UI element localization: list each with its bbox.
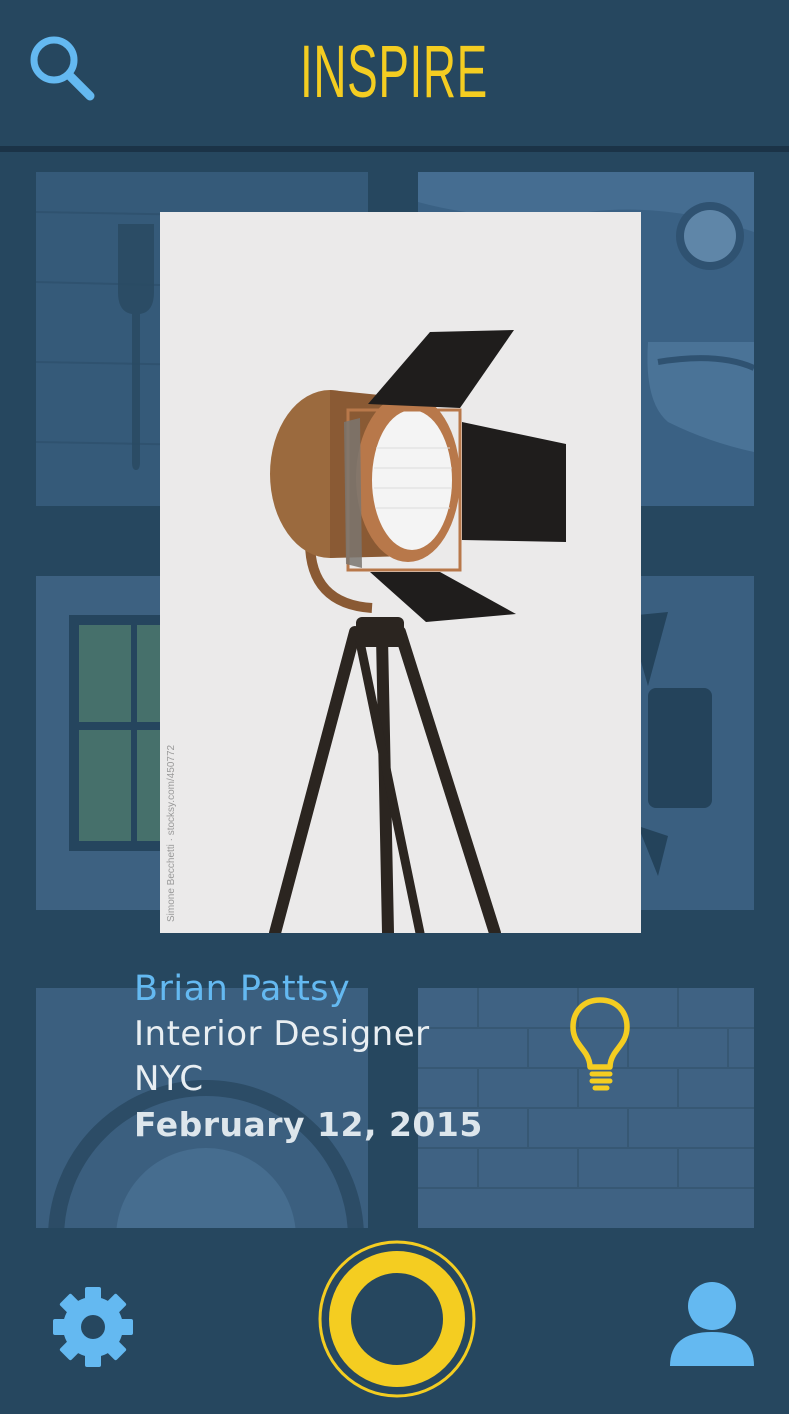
center-inspire-button[interactable] [318,1240,476,1398]
settings-button[interactable] [50,1284,136,1370]
search-button[interactable] [26,32,98,104]
profile-button[interactable] [668,1280,756,1368]
designer-location: NYC [134,1059,204,1099]
spotlight-lamp-image [160,212,641,933]
gear-icon [53,1287,133,1367]
header-divider [0,146,789,152]
app-title: INSPIRE [299,30,488,113]
photo-credit: Simone Becchetti · stocksy.com/450772 [166,744,177,922]
lightbulb-icon [570,997,630,1091]
featured-info: Brian Pattsy Interior Designer NYC Febru… [134,966,483,1148]
designer-role: Interior Designer [134,1014,430,1054]
search-icon [30,36,95,101]
designer-name[interactable]: Brian Pattsy [134,966,483,1012]
record-ring-icon [318,1240,476,1398]
featured-photo[interactable] [160,212,641,933]
post-date: February 12, 2015 [134,1105,483,1144]
inspire-lightbulb-button[interactable] [568,996,632,1092]
user-icon [670,1282,754,1366]
